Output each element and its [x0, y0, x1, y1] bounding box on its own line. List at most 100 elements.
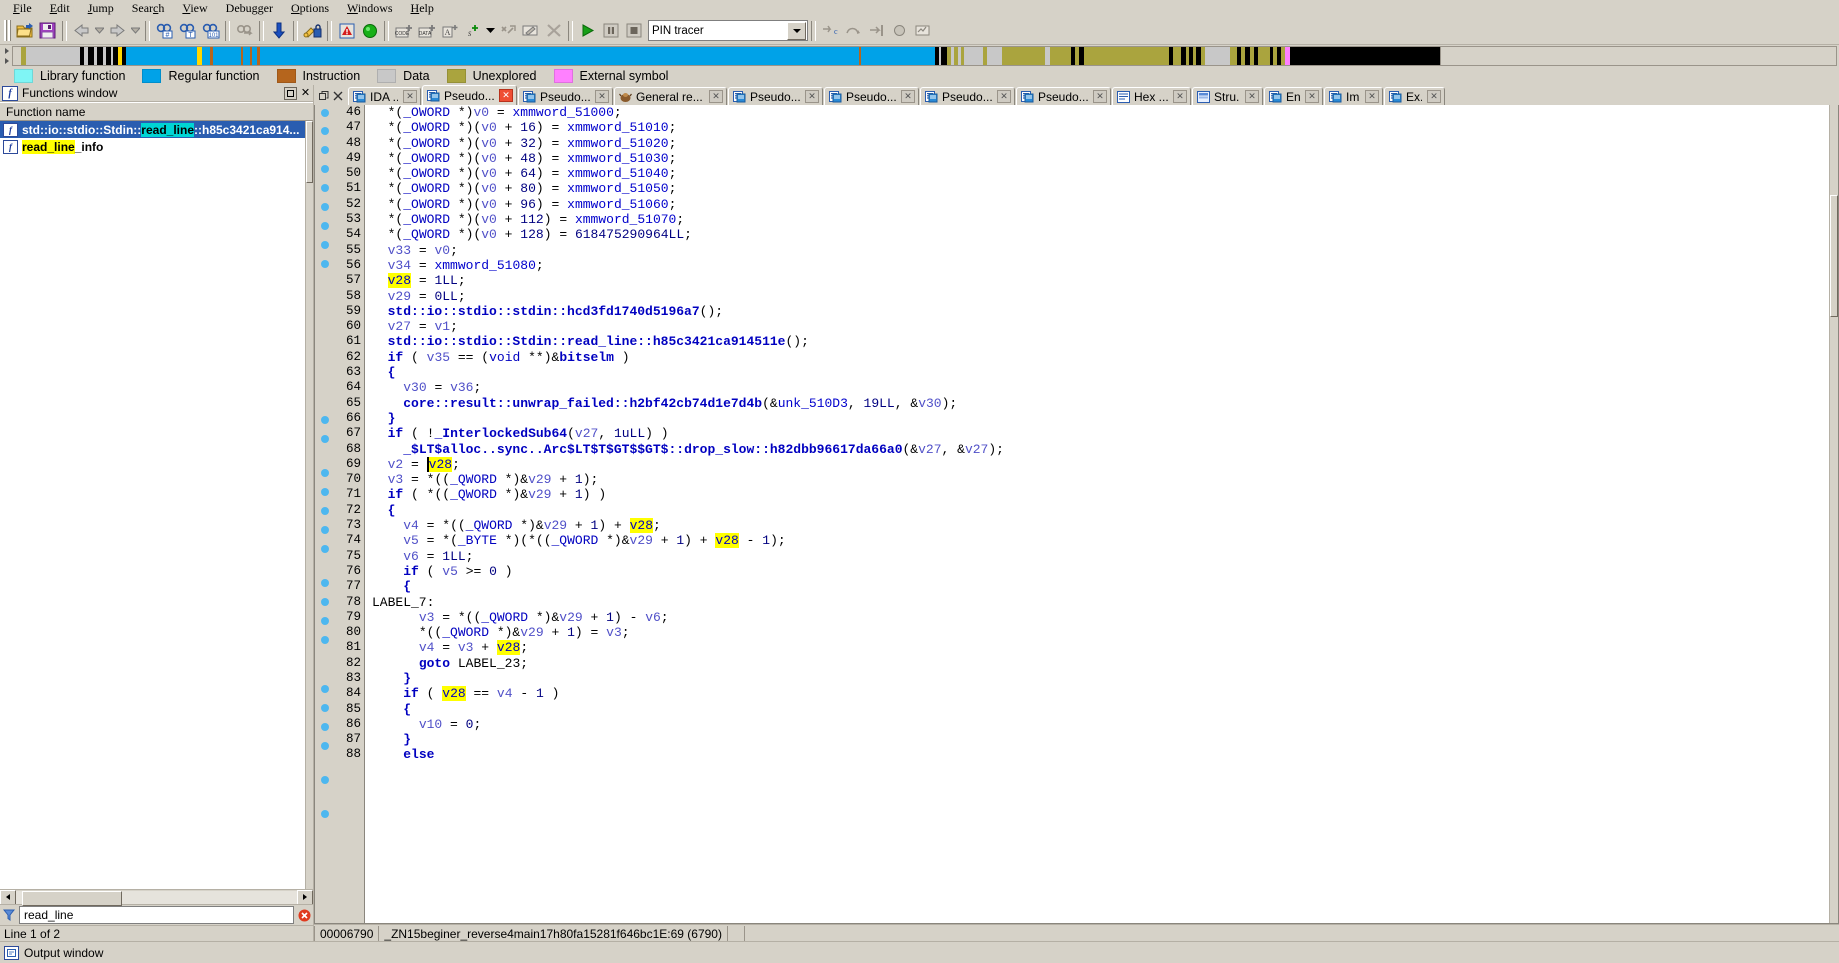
breakpoint-slot[interactable]: [315, 560, 335, 575]
menu-item-windows[interactable]: Windows: [338, 0, 402, 16]
open-file-icon[interactable]: [13, 20, 36, 42]
menu-item-jump[interactable]: Jump: [79, 0, 123, 16]
breakpoint-slot[interactable]: [315, 146, 335, 161]
tab-6-pseudo[interactable]: Pseudo... ✕: [920, 87, 1015, 105]
breakpoint-slot[interactable]: [315, 526, 335, 541]
breakpoint-slot[interactable]: [315, 450, 335, 465]
breakpoint-slot[interactable]: [315, 791, 335, 806]
menu-item-debugger[interactable]: Debugger: [217, 0, 282, 16]
breakpoint-dot-icon[interactable]: [321, 810, 329, 819]
tab-close-icon[interactable]: ✕: [1093, 90, 1107, 103]
breakpoint-slot[interactable]: [315, 203, 335, 218]
code-line[interactable]: *(_QWORD *)(v0 + 128) = 618475290964LL;: [372, 227, 1838, 242]
breakpoint-dot-icon[interactable]: [321, 184, 329, 193]
breakpoint-dot-icon[interactable]: [321, 416, 329, 425]
code-line[interactable]: *((_QWORD *)&v29 + 1) = v3;: [372, 625, 1838, 640]
breakpoint-slot[interactable]: [315, 810, 335, 825]
breakpoint-slot[interactable]: [315, 321, 335, 336]
code-line[interactable]: v3 = *((_QWORD *)&v29 + 1);: [372, 472, 1838, 487]
breakpoint-slot[interactable]: [315, 221, 335, 237]
tab-close-icon[interactable]: ✕: [1305, 90, 1319, 103]
watch-icon[interactable]: [911, 20, 934, 42]
scroll-left-icon[interactable]: [0, 889, 16, 905]
code-line[interactable]: v29 = 0LL;: [372, 289, 1838, 304]
code-line[interactable]: std::io::stdio::stdin::hcd3fd1740d5196a7…: [372, 304, 1838, 319]
restore-window-icon[interactable]: [317, 89, 331, 103]
tab-close-icon[interactable]: ✕: [997, 90, 1011, 103]
breakpoint-slot[interactable]: [315, 259, 335, 275]
code-line[interactable]: *(_OWORD *)(v0 + 16) = xmmword_51010;: [372, 120, 1838, 135]
step-over-icon[interactable]: [842, 20, 865, 42]
breakpoint-dot-icon[interactable]: [321, 723, 329, 732]
breakpoint-dot-icon[interactable]: [321, 776, 329, 785]
function-list[interactable]: f std::io::stdio::Stdin::read_line::h85c3…: [0, 121, 313, 889]
tab-close-icon[interactable]: ✕: [595, 90, 609, 103]
code-line[interactable]: v33 = v0;: [372, 243, 1838, 258]
tab-close-icon[interactable]: ✕: [805, 90, 819, 103]
run-green-icon[interactable]: [358, 20, 381, 42]
debugger-selector-combo[interactable]: [648, 20, 808, 41]
breakpoint-dot-icon[interactable]: [321, 741, 329, 750]
function-list-item[interactable]: f std::io::stdio::Stdin::read_line::h85c3…: [0, 121, 313, 138]
menu-item-view[interactable]: View: [173, 0, 216, 16]
breakpoint-slot[interactable]: [315, 435, 335, 450]
breakpoint-slot[interactable]: [315, 336, 335, 351]
code-line[interactable]: goto LABEL_23;: [372, 656, 1838, 671]
tab-10-en[interactable]: En... ✕: [1264, 87, 1323, 105]
code-line[interactable]: core::result::unwrap_failed::h2bf42cb74d…: [372, 396, 1838, 411]
stop-icon[interactable]: [622, 20, 645, 42]
breakpoint-dot-icon[interactable]: [321, 108, 329, 117]
code-line[interactable]: v5 = *(_BYTE *)(*((_QWORD *)&v29 + 1) + …: [372, 533, 1838, 549]
code-line[interactable]: else: [372, 747, 1838, 762]
menu-item-edit[interactable]: Edit: [41, 0, 79, 16]
code-line[interactable]: }: [372, 411, 1838, 426]
tab-close-icon[interactable]: ✕: [1365, 90, 1379, 103]
code-line[interactable]: v10 = 0;: [372, 717, 1838, 732]
code-line[interactable]: *(_OWORD *)(v0 + 112) = xmmword_51070;: [372, 212, 1838, 227]
breakpoint-slot[interactable]: [315, 416, 335, 431]
function-list-hscrollbar[interactable]: [0, 889, 313, 906]
tab-close-icon[interactable]: ✕: [403, 90, 417, 103]
breakpoint-dot-icon[interactable]: [321, 704, 329, 713]
tab-close-icon[interactable]: ✕: [709, 90, 723, 103]
breakpoint-slot[interactable]: [315, 704, 335, 719]
breakpoint-dot-icon[interactable]: [321, 544, 329, 553]
code-line[interactable]: {: [372, 579, 1838, 594]
code-line[interactable]: v30 = v36;: [372, 380, 1838, 395]
hscroll-track[interactable]: [16, 890, 297, 906]
forward-arrow-icon[interactable]: [106, 20, 129, 42]
breakpoint-slot[interactable]: [315, 544, 335, 560]
breakpoint-slot[interactable]: [315, 240, 335, 256]
breakpoint-slot[interactable]: [315, 275, 335, 290]
search-binary-icon[interactable]: 101: [199, 20, 222, 42]
menu-item-search[interactable]: Search: [123, 0, 174, 16]
view-tabstrip[interactable]: IDA ...✕ Pseudo...✕Pseudo...✕ General re..…: [314, 85, 1839, 105]
key-lock-icon[interactable]: [301, 20, 324, 42]
code-line[interactable]: std::io::stdio::Stdin::read_line::h85c34…: [372, 334, 1838, 349]
breakpoint-slot[interactable]: [315, 685, 335, 700]
tab-0-ida[interactable]: IDA ... ✕: [348, 87, 421, 105]
breakpoint-slot[interactable]: [315, 488, 335, 503]
breakpoint-slot[interactable]: [315, 507, 335, 522]
code-line[interactable]: v2 = v28;: [372, 456, 1838, 472]
breakpoint-dot-icon[interactable]: [321, 488, 329, 497]
breakpoint-dot-icon[interactable]: [321, 635, 329, 644]
breakpoint-dot-icon[interactable]: [321, 165, 329, 174]
tab-close-icon[interactable]: ✕: [1173, 90, 1187, 103]
run-to-cursor-icon[interactable]: [865, 20, 888, 42]
make-data-icon[interactable]: DATA: [415, 20, 438, 42]
tab-3-generalre[interactable]: General re... ✕: [614, 87, 727, 105]
filter-icon[interactable]: [2, 908, 16, 922]
tab-8-hex[interactable]: Hex ... ✕: [1112, 87, 1191, 105]
close-view-icon[interactable]: [331, 89, 345, 103]
breakpoint-slot[interactable]: [315, 184, 335, 199]
breakpoint-gutter[interactable]: [315, 105, 335, 923]
breakpoint-dot-icon[interactable]: [321, 221, 329, 230]
search-hash-icon[interactable]: #: [153, 20, 176, 42]
breakpoint-icon[interactable]: [888, 20, 911, 42]
tab-5-pseudo[interactable]: Pseudo... ✕: [824, 87, 919, 105]
breakpoint-dot-icon[interactable]: [321, 127, 329, 136]
code-line[interactable]: *(_OWORD *)(v0 + 48) = xmmword_51030;: [372, 151, 1838, 166]
breakpoint-slot[interactable]: [315, 741, 335, 757]
rename-icon[interactable]: [519, 20, 542, 42]
